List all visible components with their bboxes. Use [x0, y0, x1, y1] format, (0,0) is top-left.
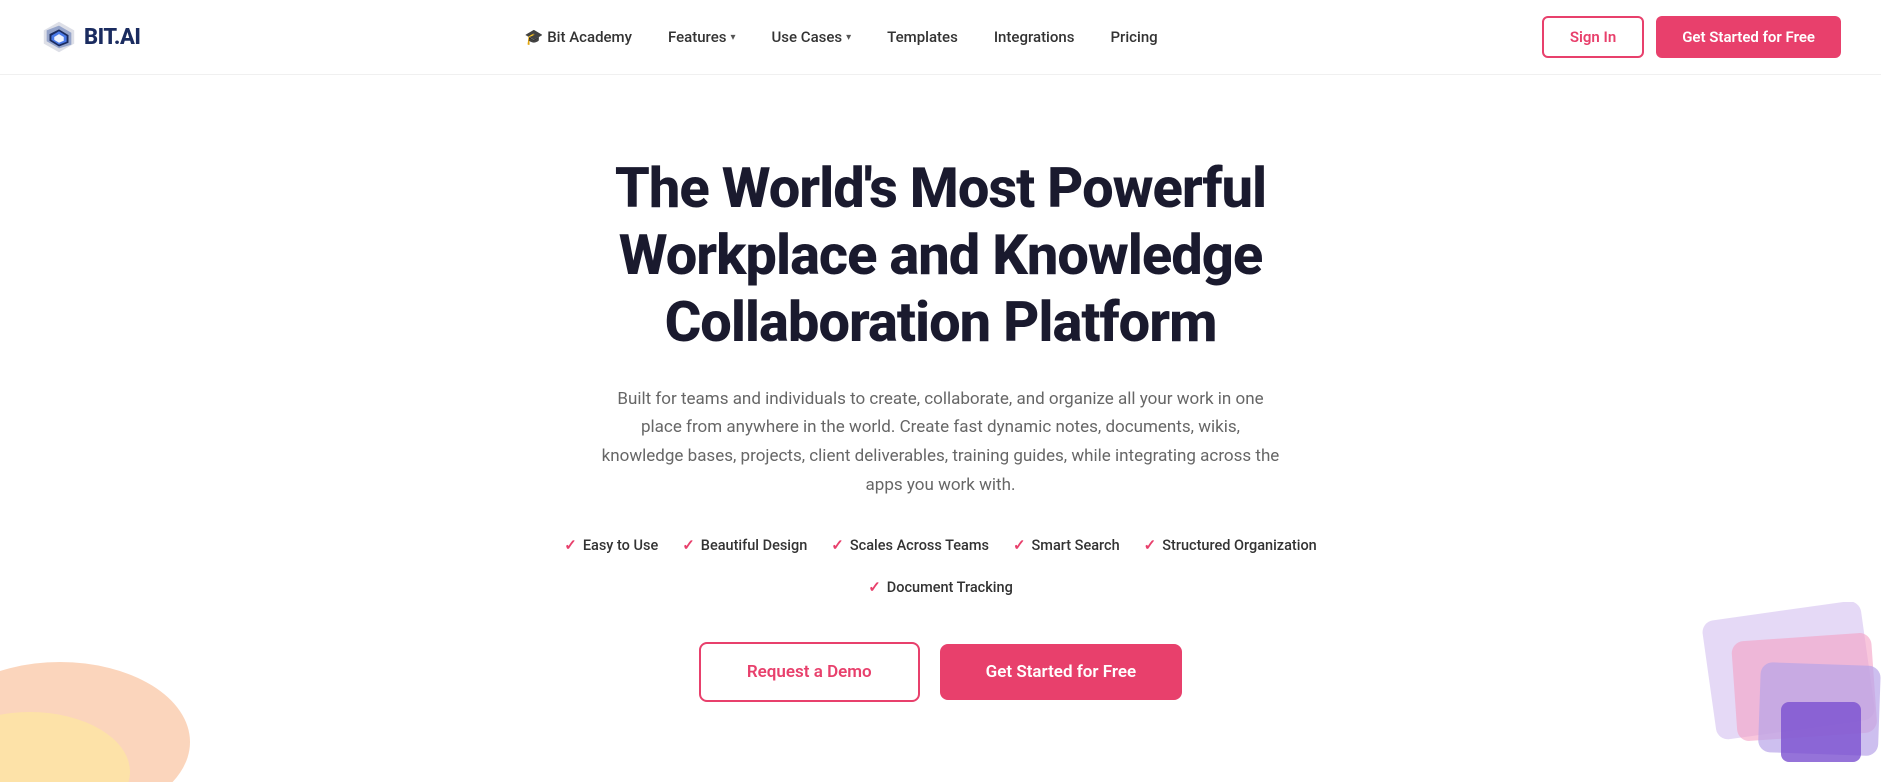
check-icon-beautiful-design: ✓	[682, 536, 695, 554]
nav-get-started-button[interactable]: Get Started for Free	[1656, 16, 1841, 58]
main-nav: 🎓 Bit Academy Features ▾ Use Cases ▾ Tem…	[525, 28, 1158, 46]
navbar-actions: Sign In Get Started for Free	[1542, 16, 1841, 58]
logo[interactable]: BIT.AI	[40, 18, 140, 56]
nav-item-features[interactable]: Features ▾	[668, 28, 736, 46]
use-cases-chevron-icon: ▾	[846, 32, 851, 43]
check-icon-document-tracking: ✓	[868, 578, 881, 596]
academy-icon: 🎓	[525, 28, 544, 46]
hero-get-started-button[interactable]: Get Started for Free	[940, 644, 1182, 700]
nav-link-use-cases[interactable]: Use Cases ▾	[771, 28, 851, 46]
hero-section: The World's Most Powerful Workplace and …	[0, 75, 1881, 782]
nav-item-templates[interactable]: Templates	[887, 28, 958, 46]
nav-item-academy[interactable]: 🎓 Bit Academy	[525, 28, 632, 46]
feature-scales-across-teams: ✓ Scales Across Teams	[831, 536, 989, 554]
hero-decor-left	[0, 562, 220, 782]
hero-subtitle: Built for teams and individuals to creat…	[601, 385, 1281, 501]
feature-easy-to-use: ✓ Easy to Use	[564, 536, 658, 554]
feature-document-tracking: ✓ Document Tracking	[868, 578, 1013, 596]
nav-item-use-cases[interactable]: Use Cases ▾	[771, 28, 851, 46]
request-demo-button[interactable]: Request a Demo	[699, 642, 920, 702]
feature-smart-search: ✓ Smart Search	[1013, 536, 1120, 554]
nav-item-integrations[interactable]: Integrations	[994, 28, 1075, 46]
features-chevron-icon: ▾	[730, 32, 735, 43]
hero-title: The World's Most Powerful Workplace and …	[511, 155, 1371, 357]
nav-link-integrations[interactable]: Integrations	[994, 28, 1075, 46]
navbar: BIT.AI 🎓 Bit Academy Features ▾ Use Case…	[0, 0, 1881, 75]
nav-link-features[interactable]: Features ▾	[668, 28, 736, 46]
nav-link-academy[interactable]: 🎓 Bit Academy	[525, 28, 632, 46]
signin-button[interactable]: Sign In	[1542, 16, 1644, 58]
check-icon-smart-search: ✓	[1013, 536, 1026, 554]
hero-decor-right	[1621, 602, 1881, 782]
hero-buttons: Request a Demo Get Started for Free	[511, 642, 1371, 702]
nav-item-pricing[interactable]: Pricing	[1110, 28, 1157, 46]
hero-content: The World's Most Powerful Workplace and …	[511, 155, 1371, 702]
nav-link-templates[interactable]: Templates	[887, 28, 958, 46]
check-icon-scales-across-teams: ✓	[831, 536, 844, 554]
brand-name: BIT.AI	[84, 25, 140, 50]
logo-icon	[40, 18, 78, 56]
feature-beautiful-design: ✓ Beautiful Design	[682, 536, 807, 554]
check-icon-structured-organization: ✓	[1144, 536, 1157, 554]
check-icon-easy-to-use: ✓	[564, 536, 577, 554]
feature-structured-organization: ✓ Structured Organization	[1144, 536, 1317, 554]
hero-features-list: ✓ Easy to Use ✓ Beautiful Design ✓ Scale…	[511, 536, 1371, 596]
nav-link-pricing[interactable]: Pricing	[1110, 28, 1157, 46]
